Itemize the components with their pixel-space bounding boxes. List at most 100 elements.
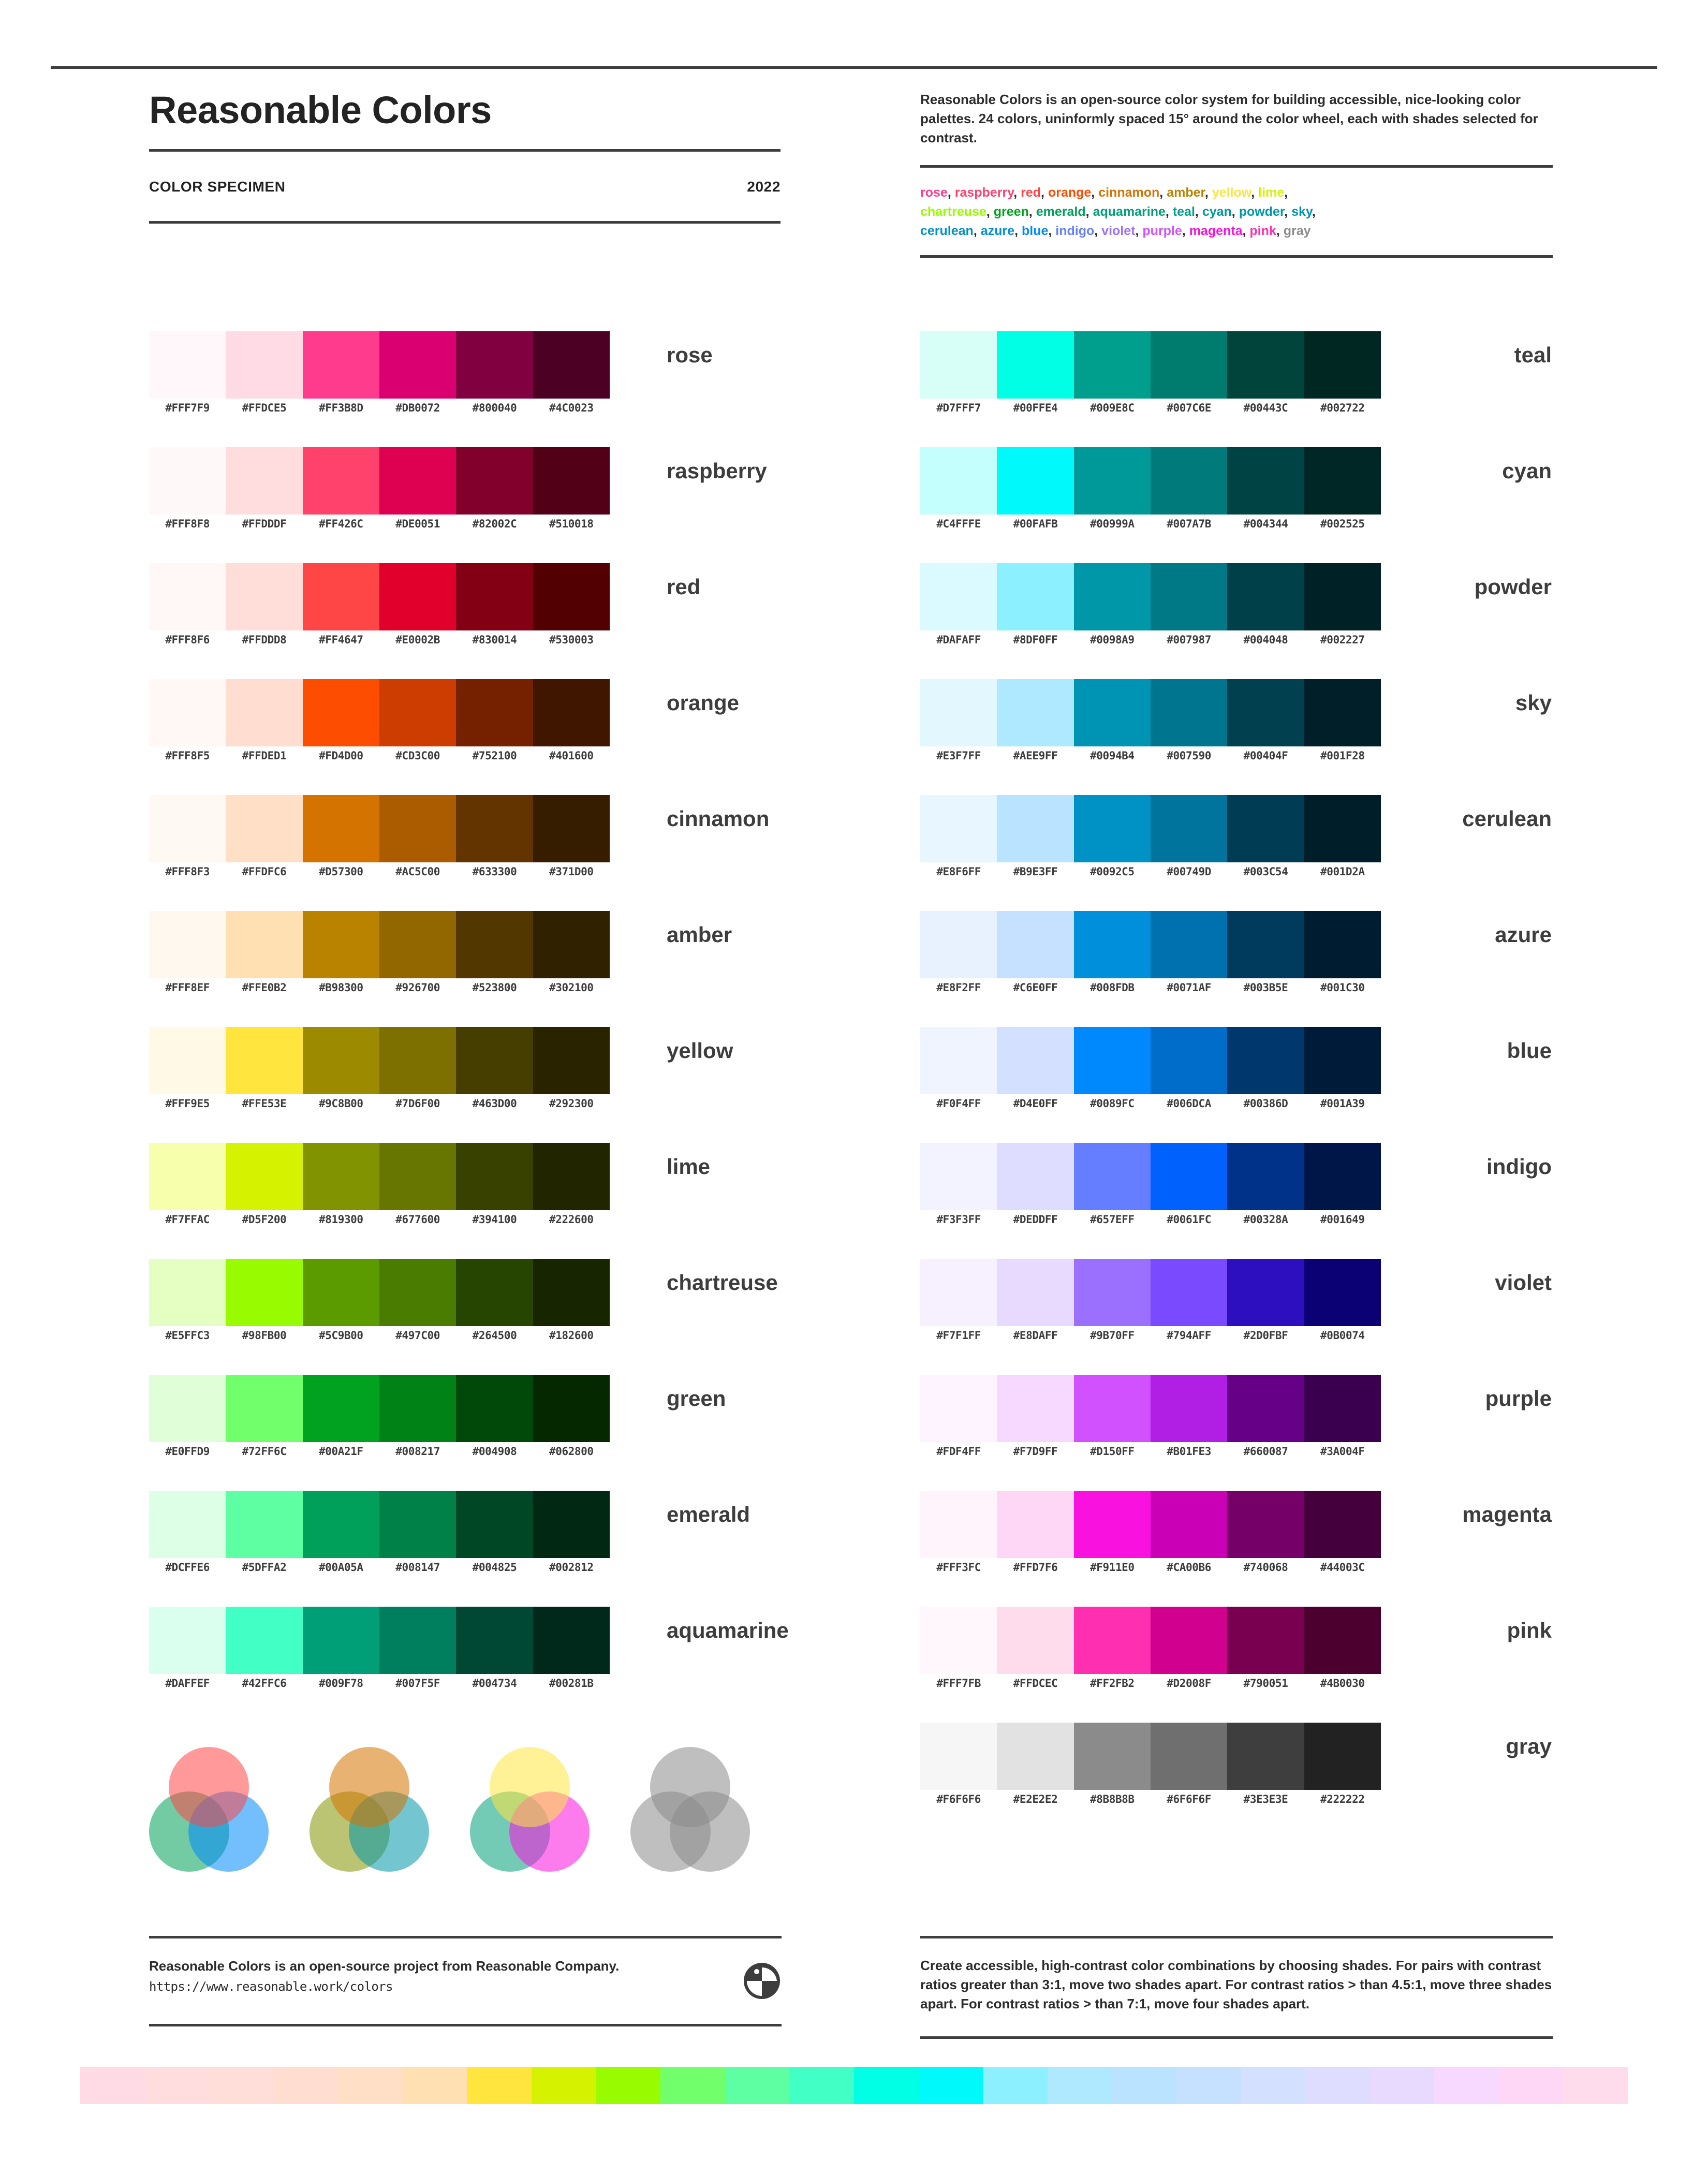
color-swatch[interactable] xyxy=(1150,1375,1228,1442)
color-swatch[interactable] xyxy=(1073,1259,1151,1326)
color-swatch[interactable] xyxy=(533,447,610,515)
color-swatch[interactable] xyxy=(533,1491,610,1558)
color-swatch[interactable] xyxy=(1073,1607,1151,1674)
color-swatch[interactable] xyxy=(149,1027,226,1094)
color-swatch[interactable] xyxy=(149,1259,226,1326)
color-swatch[interactable] xyxy=(997,1491,1074,1558)
color-swatch[interactable] xyxy=(920,911,997,978)
color-swatch[interactable] xyxy=(456,1143,533,1210)
color-swatch[interactable] xyxy=(1304,911,1381,978)
color-swatch[interactable] xyxy=(226,1491,303,1558)
color-swatch[interactable] xyxy=(302,1143,379,1210)
color-swatch[interactable] xyxy=(1304,331,1381,399)
color-swatch[interactable] xyxy=(1150,1491,1228,1558)
color-swatch[interactable] xyxy=(456,1259,533,1326)
color-swatch[interactable] xyxy=(226,1027,303,1094)
color-swatch[interactable] xyxy=(1227,1375,1304,1442)
color-swatch[interactable] xyxy=(1150,1723,1228,1790)
color-swatch[interactable] xyxy=(456,1491,533,1558)
color-swatch[interactable] xyxy=(302,447,379,515)
color-swatch[interactable] xyxy=(920,1607,997,1674)
color-swatch[interactable] xyxy=(302,331,379,399)
color-swatch[interactable] xyxy=(920,1723,997,1790)
color-swatch[interactable] xyxy=(1150,447,1228,515)
color-swatch[interactable] xyxy=(920,679,997,746)
color-swatch[interactable] xyxy=(302,1259,379,1326)
color-swatch[interactable] xyxy=(1304,679,1381,746)
color-swatch[interactable] xyxy=(379,447,457,515)
color-swatch[interactable] xyxy=(379,563,457,630)
color-swatch[interactable] xyxy=(456,1607,533,1674)
color-swatch[interactable] xyxy=(379,1143,457,1210)
color-swatch[interactable] xyxy=(379,1607,457,1674)
color-swatch[interactable] xyxy=(1227,447,1304,515)
color-swatch[interactable] xyxy=(379,1375,457,1442)
color-swatch[interactable] xyxy=(920,1375,997,1442)
color-swatch[interactable] xyxy=(1304,795,1381,862)
color-swatch[interactable] xyxy=(533,1375,610,1442)
color-swatch[interactable] xyxy=(302,1375,379,1442)
color-swatch[interactable] xyxy=(997,911,1074,978)
color-swatch[interactable] xyxy=(1227,1143,1304,1210)
color-swatch[interactable] xyxy=(379,679,457,746)
color-swatch[interactable] xyxy=(533,331,610,399)
color-swatch[interactable] xyxy=(302,911,379,978)
color-swatch[interactable] xyxy=(1150,679,1228,746)
color-swatch[interactable] xyxy=(226,447,303,515)
color-swatch[interactable] xyxy=(149,1375,226,1442)
color-swatch[interactable] xyxy=(379,331,457,399)
color-swatch[interactable] xyxy=(1150,795,1228,862)
color-swatch[interactable] xyxy=(997,1375,1074,1442)
color-swatch[interactable] xyxy=(149,447,226,515)
color-swatch[interactable] xyxy=(1073,1375,1151,1442)
color-swatch[interactable] xyxy=(1073,795,1151,862)
color-swatch[interactable] xyxy=(1073,1491,1151,1558)
color-swatch[interactable] xyxy=(997,1259,1074,1326)
color-swatch[interactable] xyxy=(226,1143,303,1210)
color-swatch[interactable] xyxy=(302,679,379,746)
color-swatch[interactable] xyxy=(226,911,303,978)
color-swatch[interactable] xyxy=(456,331,533,399)
color-swatch[interactable] xyxy=(456,563,533,630)
color-swatch[interactable] xyxy=(1150,1259,1228,1326)
color-swatch[interactable] xyxy=(302,795,379,862)
color-swatch[interactable] xyxy=(533,1027,610,1094)
color-swatch[interactable] xyxy=(226,679,303,746)
color-swatch[interactable] xyxy=(1227,911,1304,978)
color-swatch[interactable] xyxy=(149,1143,226,1210)
color-swatch[interactable] xyxy=(1073,679,1151,746)
color-swatch[interactable] xyxy=(997,679,1074,746)
color-swatch[interactable] xyxy=(456,911,533,978)
color-swatch[interactable] xyxy=(149,679,226,746)
color-swatch[interactable] xyxy=(1073,331,1151,399)
footer-url[interactable]: https://www.reasonable.work/colors xyxy=(149,1979,619,1994)
color-swatch[interactable] xyxy=(1150,563,1228,630)
color-swatch[interactable] xyxy=(1227,1027,1304,1094)
color-swatch[interactable] xyxy=(226,1607,303,1674)
color-swatch[interactable] xyxy=(302,563,379,630)
color-swatch[interactable] xyxy=(920,563,997,630)
color-swatch[interactable] xyxy=(379,1027,457,1094)
color-swatch[interactable] xyxy=(1304,1607,1381,1674)
color-swatch[interactable] xyxy=(379,795,457,862)
color-swatch[interactable] xyxy=(920,331,997,399)
color-swatch[interactable] xyxy=(533,1259,610,1326)
color-swatch[interactable] xyxy=(533,795,610,862)
color-swatch[interactable] xyxy=(149,1607,226,1674)
color-swatch[interactable] xyxy=(1304,1375,1381,1442)
color-swatch[interactable] xyxy=(1227,1723,1304,1790)
color-swatch[interactable] xyxy=(379,911,457,978)
color-swatch[interactable] xyxy=(1227,795,1304,862)
color-swatch[interactable] xyxy=(1227,1259,1304,1326)
color-swatch[interactable] xyxy=(1227,679,1304,746)
color-swatch[interactable] xyxy=(1073,1027,1151,1094)
color-swatch[interactable] xyxy=(149,795,226,862)
color-swatch[interactable] xyxy=(1150,911,1228,978)
color-swatch[interactable] xyxy=(379,1491,457,1558)
color-swatch[interactable] xyxy=(920,795,997,862)
color-swatch[interactable] xyxy=(226,331,303,399)
color-swatch[interactable] xyxy=(997,795,1074,862)
color-swatch[interactable] xyxy=(1227,331,1304,399)
color-swatch[interactable] xyxy=(1304,1259,1381,1326)
color-swatch[interactable] xyxy=(1150,1143,1228,1210)
